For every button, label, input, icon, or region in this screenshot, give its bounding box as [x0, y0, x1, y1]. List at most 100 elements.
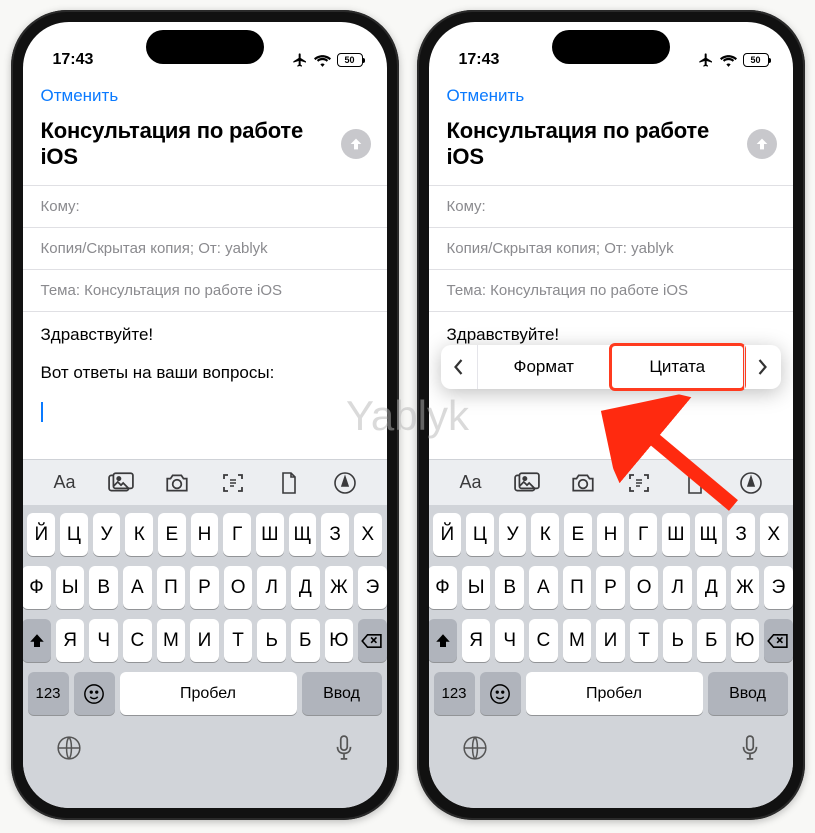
key-С[interactable]: С [123, 619, 152, 662]
key-В[interactable]: В [89, 566, 118, 609]
key-Х[interactable]: Х [760, 513, 788, 556]
key-З[interactable]: З [321, 513, 349, 556]
menu-format[interactable]: Формат [478, 345, 611, 389]
key-К[interactable]: К [531, 513, 559, 556]
scan-button[interactable] [216, 466, 250, 500]
key-И[interactable]: И [596, 619, 625, 662]
mic-icon[interactable] [334, 735, 354, 761]
camera-button[interactable] [566, 466, 600, 500]
key-У[interactable]: У [93, 513, 121, 556]
key-М[interactable]: М [157, 619, 186, 662]
key-Р[interactable]: Р [596, 566, 625, 609]
key-Х[interactable]: Х [354, 513, 382, 556]
key-У[interactable]: У [499, 513, 527, 556]
enter-key[interactable]: Ввод [302, 672, 382, 715]
email-body[interactable]: Здравствуйте! [429, 312, 793, 348]
key-К[interactable]: К [125, 513, 153, 556]
photos-button[interactable] [510, 466, 544, 500]
cancel-button[interactable]: Отменить [447, 86, 525, 105]
123-key[interactable]: 123 [434, 672, 475, 715]
emoji-key[interactable] [74, 672, 115, 715]
enter-key[interactable]: Ввод [708, 672, 788, 715]
shift-key[interactable] [23, 619, 51, 662]
key-Э[interactable]: Э [764, 566, 792, 609]
key-Ж[interactable]: Ж [325, 566, 354, 609]
key-З[interactable]: З [727, 513, 755, 556]
globe-icon[interactable] [462, 735, 488, 761]
key-Б[interactable]: Б [291, 619, 320, 662]
key-В[interactable]: В [495, 566, 524, 609]
key-Щ[interactable]: Щ [289, 513, 317, 556]
font-button[interactable]: Aa [48, 466, 82, 500]
key-Ц[interactable]: Ц [466, 513, 494, 556]
send-button[interactable] [747, 129, 777, 159]
key-Й[interactable]: Й [27, 513, 55, 556]
key-Ф[interactable]: Ф [429, 566, 457, 609]
key-Р[interactable]: Р [190, 566, 219, 609]
key-Т[interactable]: Т [224, 619, 253, 662]
key-П[interactable]: П [563, 566, 592, 609]
key-Ш[interactable]: Ш [256, 513, 284, 556]
key-А[interactable]: А [123, 566, 152, 609]
key-А[interactable]: А [529, 566, 558, 609]
key-Ф[interactable]: Ф [23, 566, 51, 609]
key-Ц[interactable]: Ц [60, 513, 88, 556]
key-П[interactable]: П [157, 566, 186, 609]
key-О[interactable]: О [224, 566, 253, 609]
cc-field[interactable]: Копия/Скрытая копия; От: yablyk [23, 228, 387, 269]
to-field[interactable]: Кому: [23, 186, 387, 227]
cc-field[interactable]: Копия/Скрытая копия; От: yablyk [429, 228, 793, 269]
cancel-button[interactable]: Отменить [41, 86, 119, 105]
globe-icon[interactable] [56, 735, 82, 761]
shift-key[interactable] [429, 619, 457, 662]
key-Ю[interactable]: Ю [325, 619, 354, 662]
key-Ь[interactable]: Ь [257, 619, 286, 662]
key-Д[interactable]: Д [291, 566, 320, 609]
key-М[interactable]: М [563, 619, 592, 662]
subject-field[interactable]: Тема: Консультация по работе iOS [429, 270, 793, 311]
key-Е[interactable]: Е [564, 513, 592, 556]
key-О[interactable]: О [630, 566, 659, 609]
key-Г[interactable]: Г [223, 513, 251, 556]
key-Н[interactable]: Н [191, 513, 219, 556]
menu-next[interactable] [745, 358, 781, 376]
keyboard[interactable]: ЙЦУКЕНГШЩЗХ ФЫВАПРОЛДЖЭ ЯЧСМИТЬБЮ 123 Пр… [429, 505, 793, 808]
key-Ь[interactable]: Ь [663, 619, 692, 662]
emoji-key[interactable] [480, 672, 521, 715]
key-С[interactable]: С [529, 619, 558, 662]
font-button[interactable]: Aa [454, 466, 488, 500]
key-Ю[interactable]: Ю [731, 619, 760, 662]
key-Ж[interactable]: Ж [731, 566, 760, 609]
camera-button[interactable] [160, 466, 194, 500]
key-Ч[interactable]: Ч [495, 619, 524, 662]
key-Л[interactable]: Л [663, 566, 692, 609]
backspace-key[interactable] [358, 619, 386, 662]
to-field[interactable]: Кому: [429, 186, 793, 227]
key-Б[interactable]: Б [697, 619, 726, 662]
backspace-key[interactable] [764, 619, 792, 662]
keyboard[interactable]: ЙЦУКЕНГШЩЗХ ФЫВАПРОЛДЖЭ ЯЧСМИТЬБЮ 123 Пр… [23, 505, 387, 808]
key-Н[interactable]: Н [597, 513, 625, 556]
menu-prev[interactable] [441, 358, 477, 376]
key-Ы[interactable]: Ы [56, 566, 85, 609]
menu-quote[interactable]: Цитата [611, 345, 744, 389]
subject-field[interactable]: Тема: Консультация по работе iOS [23, 270, 387, 311]
email-body[interactable]: Здравствуйте! Вот ответы на ваши вопросы… [23, 312, 387, 425]
key-Ч[interactable]: Ч [89, 619, 118, 662]
send-button[interactable] [341, 129, 371, 159]
markup-button[interactable] [328, 466, 362, 500]
space-key[interactable]: Пробел [526, 672, 703, 715]
key-Й[interactable]: Й [433, 513, 461, 556]
key-Т[interactable]: Т [630, 619, 659, 662]
key-Д[interactable]: Д [697, 566, 726, 609]
key-Ы[interactable]: Ы [462, 566, 491, 609]
space-key[interactable]: Пробел [120, 672, 297, 715]
key-Я[interactable]: Я [56, 619, 85, 662]
key-И[interactable]: И [190, 619, 219, 662]
key-Е[interactable]: Е [158, 513, 186, 556]
key-Я[interactable]: Я [462, 619, 491, 662]
document-button[interactable] [272, 466, 306, 500]
photos-button[interactable] [104, 466, 138, 500]
123-key[interactable]: 123 [28, 672, 69, 715]
key-Э[interactable]: Э [358, 566, 386, 609]
